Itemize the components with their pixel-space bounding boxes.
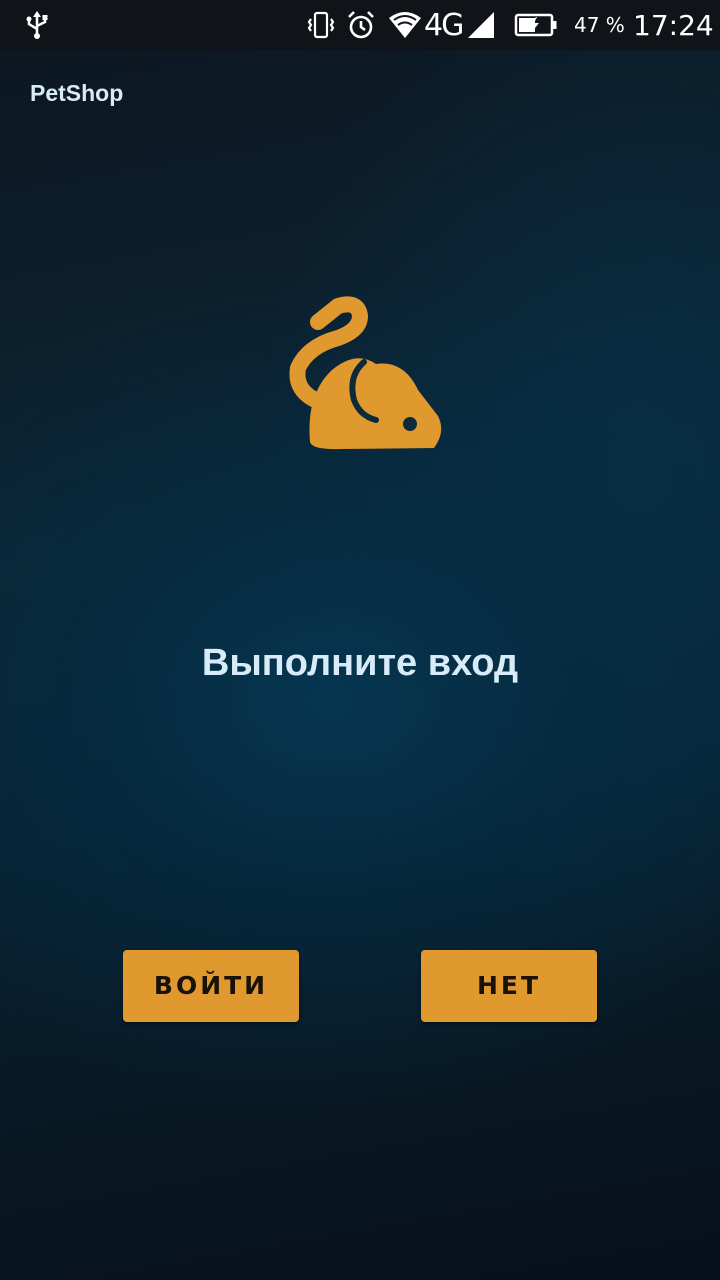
page-heading: Выполните вход (201, 642, 519, 684)
decline-button[interactable]: НЕТ (421, 950, 597, 1022)
login-screen: 4G 47 % 17:24 PetShop Выполните вход ВОЙ… (0, 0, 720, 1280)
wifi-icon (388, 0, 422, 50)
clock-label: 17:24 (633, 8, 714, 42)
mouse-icon (272, 292, 452, 457)
login-button[interactable]: ВОЙТИ (123, 950, 299, 1022)
status-bar: 4G 47 % 17:24 (0, 0, 720, 50)
battery-percent-label: 47 % (574, 13, 625, 37)
usb-icon (24, 0, 50, 50)
app-title: PetShop (30, 80, 124, 106)
battery-charging-icon (514, 0, 558, 50)
vibrate-icon (306, 0, 336, 50)
alarm-icon (345, 0, 377, 50)
signal-icon (466, 0, 496, 50)
network-type-label: 4G (424, 7, 464, 43)
